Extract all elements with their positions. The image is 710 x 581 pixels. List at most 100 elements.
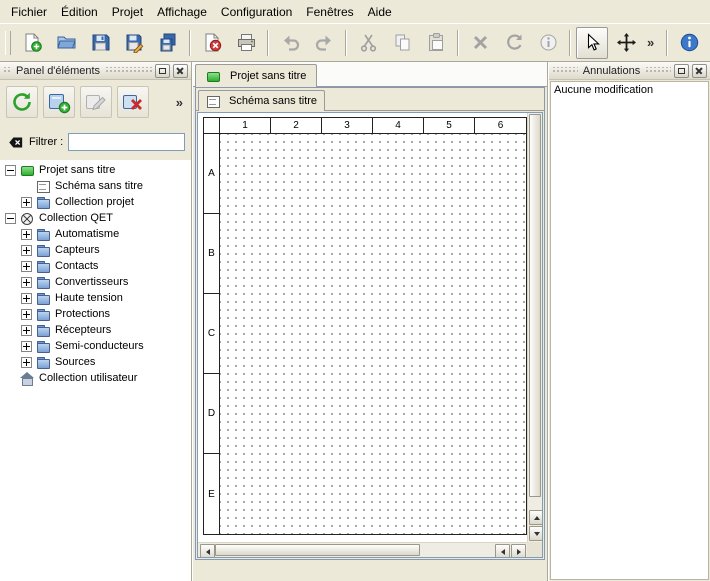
tab-schema-sans-titre[interactable]: Schéma sans titre (198, 90, 325, 111)
menu-projet[interactable]: Projet (105, 1, 150, 23)
menu-edition[interactable]: Édition (54, 1, 105, 23)
vertical-scroll-thumb[interactable] (529, 114, 541, 497)
delete-button[interactable] (464, 27, 496, 59)
tree-item-automatisme[interactable]: Automatisme (0, 226, 191, 242)
expand-icon[interactable] (21, 309, 32, 320)
new-element-icon (47, 90, 71, 114)
dock-close-button[interactable] (173, 64, 188, 78)
expand-icon[interactable] (21, 229, 32, 240)
paste-button[interactable] (420, 27, 452, 59)
expand-icon[interactable] (21, 357, 32, 368)
expand-icon[interactable] (21, 261, 32, 272)
up-arrow-icon (534, 516, 540, 520)
delete-element-button[interactable] (117, 86, 149, 118)
menu-fichier[interactable]: Fichier (4, 1, 54, 23)
horizontal-scrollbar[interactable] (198, 542, 527, 557)
open-project-button[interactable] (50, 27, 82, 59)
schema-tab-label: Schéma sans titre (229, 95, 317, 107)
menu-affichage[interactable]: Affichage (150, 1, 214, 23)
save-as-button[interactable] (118, 27, 150, 59)
dock-handle (645, 67, 671, 74)
copy-button[interactable] (386, 27, 418, 59)
collapse-icon[interactable] (5, 213, 16, 224)
undo-button[interactable] (274, 27, 306, 59)
information-button[interactable] (532, 27, 564, 59)
about-button[interactable] (673, 27, 705, 59)
scroll-right-button[interactable] (511, 544, 526, 558)
tree-item-sources[interactable]: Sources (0, 354, 191, 370)
tree-item-collection-qet[interactable]: Collection QET (0, 210, 191, 226)
tree-item-semi-conducteurs[interactable]: Semi-conducteurs (0, 338, 191, 354)
elements-panel-titlebar[interactable]: Panel d'éléments (0, 62, 191, 80)
tree-item-collection-projet[interactable]: Collection projet (0, 194, 191, 210)
move-arrows-icon (616, 32, 637, 53)
dock-close-button[interactable] (692, 64, 707, 78)
tree-item-protections[interactable]: Protections (0, 306, 191, 322)
move-tool-button[interactable] (610, 27, 642, 59)
scroll-left-button-2[interactable] (495, 544, 510, 558)
vertical-scrollbar[interactable] (527, 113, 542, 542)
menu-aide[interactable]: Aide (361, 1, 399, 23)
filter-input[interactable] (68, 133, 185, 151)
scrollbar-corner (527, 542, 542, 557)
new-document-button[interactable] (16, 27, 48, 59)
rotate-button[interactable] (498, 27, 530, 59)
expand-icon[interactable] (21, 245, 32, 256)
toolbar-overflow-button[interactable]: » (643, 35, 658, 50)
clear-filter-icon (7, 135, 24, 150)
delete-icon (470, 32, 491, 53)
new-element-button[interactable] (43, 86, 75, 118)
tree-item-schema-sans-titre[interactable]: Schéma sans titre (0, 178, 191, 194)
scroll-left-button[interactable] (200, 544, 215, 558)
tree-item-collection-utilisateur[interactable]: Collection utilisateur (0, 370, 191, 386)
dock-float-button[interactable] (155, 64, 170, 78)
expand-icon[interactable] (21, 341, 32, 352)
tree-item-convertisseurs[interactable]: Convertisseurs (0, 274, 191, 290)
expand-icon[interactable] (21, 197, 32, 208)
expand-icon[interactable] (21, 277, 32, 288)
menu-bar: Fichier Édition Projet Affichage Configu… (0, 0, 710, 23)
tree-item-label: Semi-conducteurs (55, 340, 144, 352)
tree-item-label: Collection utilisateur (39, 372, 137, 384)
collections-tree[interactable]: Projet sans titre Schéma sans titre Coll… (0, 160, 191, 581)
save-button[interactable] (84, 27, 116, 59)
tree-item-contacts[interactable]: Contacts (0, 258, 191, 274)
save-all-button[interactable] (152, 27, 184, 59)
dock-float-button[interactable] (674, 64, 689, 78)
cut-button[interactable] (352, 27, 384, 59)
select-tool-button[interactable] (576, 27, 608, 59)
scroll-up-button[interactable] (529, 510, 543, 525)
tree-item-label: Capteurs (55, 244, 100, 256)
edit-element-button[interactable] (80, 86, 112, 118)
tree-item-haute-tension[interactable]: Haute tension (0, 290, 191, 306)
close-project-button[interactable] (196, 27, 228, 59)
redo-button[interactable] (308, 27, 340, 59)
elements-toolbar-overflow-button[interactable]: » (176, 95, 185, 110)
print-button[interactable] (230, 27, 262, 59)
dock-handle (552, 67, 578, 74)
horizontal-scroll-thumb[interactable] (215, 544, 420, 556)
clear-filter-button[interactable] (6, 134, 24, 150)
collapse-icon[interactable] (5, 165, 16, 176)
copy-icon (392, 32, 413, 53)
schema-canvas[interactable]: 1 2 3 4 5 6 A B C D E (198, 113, 527, 542)
tab-projet-sans-titre[interactable]: Projet sans titre (195, 64, 317, 87)
tree-item-projet-sans-titre[interactable]: Projet sans titre (0, 162, 191, 178)
undo-panel-titlebar[interactable]: Annulations (549, 62, 710, 80)
reload-collections-button[interactable] (6, 86, 38, 118)
horizontal-scroll-track[interactable] (420, 544, 494, 556)
vertical-scroll-track[interactable] (529, 497, 541, 509)
scroll-down-button[interactable] (529, 526, 543, 541)
toolbar-grip[interactable] (5, 31, 11, 55)
expand-icon[interactable] (21, 293, 32, 304)
project-tab-label: Projet sans titre (230, 70, 306, 82)
menu-configuration[interactable]: Configuration (214, 1, 299, 23)
save-as-icon (124, 32, 145, 53)
tree-item-label: Automatisme (55, 228, 119, 240)
tree-item-capteurs[interactable]: Capteurs (0, 242, 191, 258)
undo-list[interactable]: Aucune modification (550, 81, 709, 580)
tree-item-recepteurs[interactable]: Récepteurs (0, 322, 191, 338)
menu-fenetres[interactable]: Fenêtres (299, 1, 360, 23)
cursor-arrow-icon (582, 32, 603, 53)
expand-icon[interactable] (21, 325, 32, 336)
